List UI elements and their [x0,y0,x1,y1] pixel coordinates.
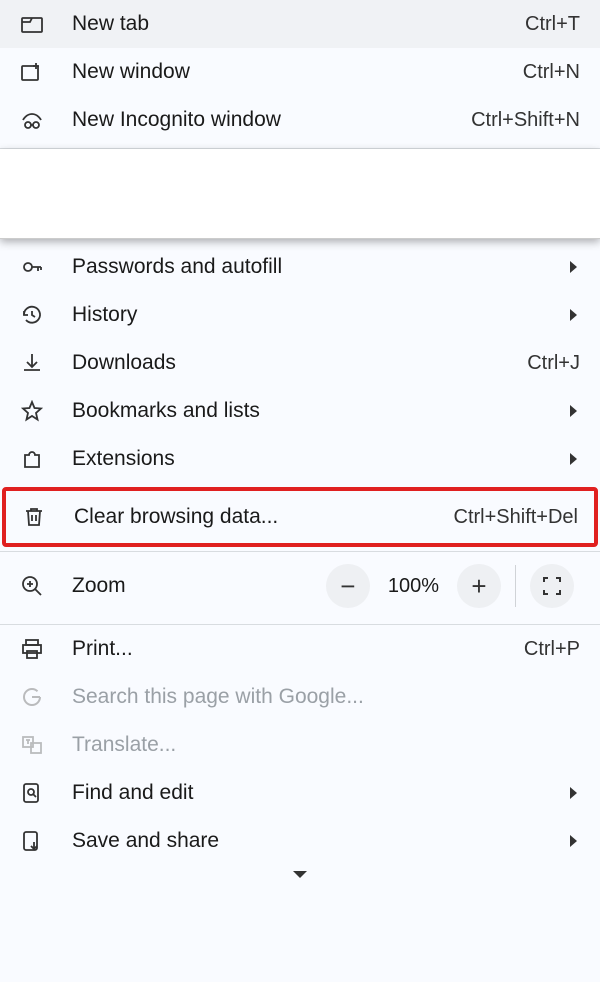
shortcut: Ctrl+Shift+Del [454,506,579,529]
chevron-right-icon [570,786,580,800]
chevron-right-icon [570,404,580,418]
menu-label: New Incognito window [72,108,443,132]
menu-find-edit[interactable]: Find and edit [0,769,600,817]
menu-label: Find and edit [72,781,542,805]
menu-label: New window [72,60,495,84]
menu-new-tab[interactable]: New tab Ctrl+T [0,0,600,48]
menu-label: Print... [72,637,496,661]
menu-save-share[interactable]: Save and share [0,817,600,865]
menu-label: Extensions [72,447,542,471]
zoom-in-button[interactable]: + [457,564,501,608]
menu-label: Bookmarks and lists [72,399,542,423]
chevron-right-icon [570,452,580,466]
zoom-label: Zoom [72,574,292,598]
menu-label: Save and share [72,829,542,853]
chevron-right-icon [570,308,580,322]
gap-section [0,149,600,239]
menu-passwords[interactable]: Passwords and autofill [0,243,600,291]
menu-bookmarks[interactable]: Bookmarks and lists [0,387,600,435]
history-icon [20,303,44,327]
incognito-icon [20,108,44,132]
key-icon [20,255,44,279]
menu-downloads[interactable]: Downloads Ctrl+J [0,339,600,387]
puzzle-icon [20,447,44,471]
zoom-icon [20,574,44,598]
menu-label: Downloads [72,351,499,375]
trash-icon [22,505,46,529]
menu-history[interactable]: History [0,291,600,339]
chevron-right-icon [570,260,580,274]
menu-clear-browsing-data[interactable]: Clear browsing data... Ctrl+Shift+Del [2,487,598,547]
zoom-out-button[interactable]: − [326,564,370,608]
new-window-icon [20,60,44,84]
menu-translate[interactable]: Translate... [0,721,600,769]
find-icon [20,781,44,805]
translate-icon [20,733,44,757]
fullscreen-button[interactable] [530,564,574,608]
shortcut: Ctrl+T [525,13,580,36]
download-icon [20,351,44,375]
menu-search-google[interactable]: Search this page with Google... [0,673,600,721]
separator [515,565,516,607]
menu-label: Search this page with Google... [72,685,580,709]
shortcut: Ctrl+Shift+N [471,109,580,132]
more-indicator[interactable] [0,865,600,883]
chevron-right-icon [570,834,580,848]
menu-label: Passwords and autofill [72,255,542,279]
save-share-icon [20,829,44,853]
menu-label: Translate... [72,733,580,757]
shortcut: Ctrl+N [523,61,580,84]
menu-label: Clear browsing data... [74,505,426,529]
menu-new-incognito[interactable]: New Incognito window Ctrl+Shift+N [0,96,600,144]
shortcut: Ctrl+J [527,352,580,375]
print-icon [20,637,44,661]
menu-print[interactable]: Print... Ctrl+P [0,625,600,673]
google-icon [20,685,44,709]
zoom-value: 100% [376,575,451,598]
tab-icon [20,12,44,36]
menu-new-window[interactable]: New window Ctrl+N [0,48,600,96]
menu-extensions[interactable]: Extensions [0,435,600,483]
menu-label: New tab [72,12,497,36]
menu-label: History [72,303,542,327]
star-icon [20,399,44,423]
shortcut: Ctrl+P [524,638,580,661]
menu-zoom: Zoom − 100% + [0,552,600,620]
